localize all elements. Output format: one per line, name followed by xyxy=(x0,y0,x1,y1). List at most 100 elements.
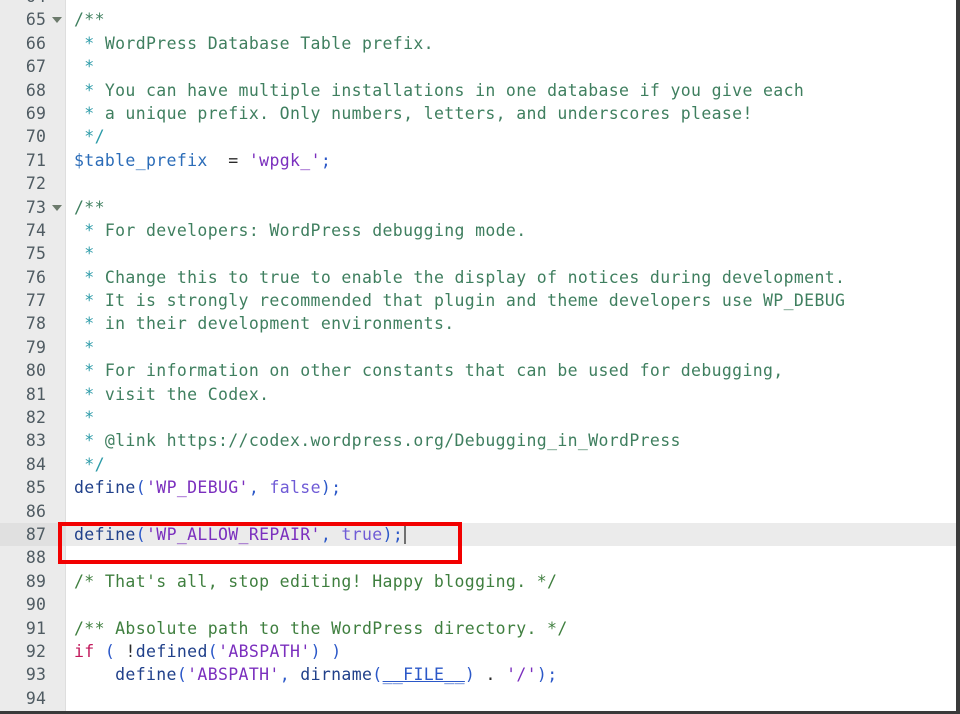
code-line-text[interactable]: * You can have multiple installations in… xyxy=(74,79,804,102)
fold-collapse-triangle-icon[interactable] xyxy=(52,204,62,211)
line-number-cell[interactable]: 89 xyxy=(0,570,66,593)
code-line[interactable]: 85 define('WP_DEBUG', false); xyxy=(0,476,956,499)
code-line[interactable]: 92 if ( !defined('ABSPATH') ) xyxy=(0,640,956,663)
line-number-cell[interactable]: 84 xyxy=(0,453,66,476)
line-number-cell[interactable]: 74 xyxy=(0,219,66,242)
code-line[interactable]: 84 */ xyxy=(0,453,956,476)
line-number-cell[interactable]: 69 xyxy=(0,102,66,125)
line-number-cell[interactable]: 86 xyxy=(0,500,66,523)
code-line[interactable]: 81 * visit the Codex. xyxy=(0,383,956,406)
line-number-cell[interactable]: 78 xyxy=(0,312,66,335)
code-line-text[interactable]: * visit the Codex. xyxy=(74,383,269,406)
line-number-cell[interactable]: 65 xyxy=(0,8,66,31)
code-line-text[interactable]: * xyxy=(74,406,95,429)
code-line-text[interactable]: $table_prefix = 'wpgk_'; xyxy=(74,149,331,172)
code-line[interactable]: 76 * Change this to true to enable the d… xyxy=(0,266,956,289)
code-line[interactable]: 91 /** Absolute path to the WordPress dir… xyxy=(0,617,956,640)
code-line[interactable]: 68 * You can have multiple installations… xyxy=(0,79,956,102)
line-number: 78 xyxy=(25,314,46,334)
line-number: 68 xyxy=(25,80,46,100)
code-line-text[interactable]: define('WP_DEBUG', false); xyxy=(74,476,341,499)
code-line[interactable]: 87 define('WP_ALLOW_REPAIR', true); xyxy=(0,522,956,547)
code-line[interactable]: 82 * xyxy=(0,406,956,429)
code-line[interactable]: 64 xyxy=(0,0,956,8)
code-line[interactable]: 88 xyxy=(0,546,956,569)
code-line-text[interactable]: * It is strongly recommended that plugin… xyxy=(74,289,845,312)
line-number-cell[interactable]: 92 xyxy=(0,640,66,663)
line-number-cell[interactable]: 87 xyxy=(0,522,66,547)
line-number-cell[interactable]: 79 xyxy=(0,336,66,359)
line-number: 80 xyxy=(25,361,46,381)
code-line[interactable]: 90 xyxy=(0,593,956,616)
line-number-cell[interactable]: 68 xyxy=(0,79,66,102)
code-line[interactable]: 86 xyxy=(0,500,956,523)
code-line-text[interactable]: */ xyxy=(74,453,105,476)
code-line[interactable]: 72 xyxy=(0,172,956,195)
code-line[interactable]: 66 * WordPress Database Table prefix. xyxy=(0,32,956,55)
code-line-text[interactable]: * For information on other constants tha… xyxy=(74,359,784,382)
code-line[interactable]: 65 /** xyxy=(0,8,956,31)
line-number-cell[interactable]: 83 xyxy=(0,429,66,452)
code-line[interactable]: 80 * For information on other constants … xyxy=(0,359,956,382)
code-line[interactable]: 83 * @link https://codex.wordpress.org/D… xyxy=(0,429,956,452)
code-line-text[interactable]: * xyxy=(74,242,95,265)
code-line[interactable]: 74 * For developers: WordPress debugging… xyxy=(0,219,956,242)
line-number-cell[interactable]: 85 xyxy=(0,476,66,499)
line-number-cell[interactable]: 73 xyxy=(0,196,66,219)
code-line[interactable]: 94 xyxy=(0,687,956,710)
code-line[interactable]: 69 * a unique prefix. Only numbers, lett… xyxy=(0,102,956,125)
code-line-text[interactable]: * @link https://codex.wordpress.org/Debu… xyxy=(74,429,681,452)
line-number: 71 xyxy=(25,150,46,170)
code-line[interactable]: 79 * xyxy=(0,336,956,359)
code-line[interactable]: 71 $table_prefix = 'wpgk_'; xyxy=(0,149,956,172)
fold-collapse-triangle-icon[interactable] xyxy=(52,17,62,24)
code-token: */ xyxy=(74,454,105,474)
code-line-text[interactable]: * in their development environments. xyxy=(74,312,455,335)
line-number-cell[interactable]: 90 xyxy=(0,593,66,616)
code-line-text[interactable]: * WordPress Database Table prefix. xyxy=(74,32,434,55)
code-line-text[interactable]: /* That's all, stop editing! Happy blogg… xyxy=(74,570,557,593)
code-line-text[interactable]: * a unique prefix. Only numbers, letters… xyxy=(74,102,753,125)
code-line-text[interactable]: * xyxy=(74,336,95,359)
line-number: 90 xyxy=(25,595,46,615)
line-number-cell[interactable]: 72 xyxy=(0,172,66,195)
line-number-cell[interactable]: 70 xyxy=(0,125,66,148)
code-line[interactable]: 75 * xyxy=(0,242,956,265)
line-number-cell[interactable]: 88 xyxy=(0,546,66,569)
code-line[interactable]: 70 */ xyxy=(0,125,956,148)
line-number-cell[interactable]: 77 xyxy=(0,289,66,312)
code-line-text[interactable]: /** xyxy=(74,8,105,31)
line-number-cell[interactable]: 76 xyxy=(0,266,66,289)
code-line-text[interactable]: /** xyxy=(74,196,105,219)
code-line-text[interactable]: * Change this to true to enable the disp… xyxy=(74,266,845,289)
code-line-text[interactable]: if ( !defined('ABSPATH') ) xyxy=(74,640,342,663)
code-token: * xyxy=(74,337,95,357)
code-line[interactable]: 89 /* That's all, stop editing! Happy blo… xyxy=(0,570,956,593)
code-editor[interactable]: 6465/**66 * WordPress Database Table pre… xyxy=(0,0,960,714)
line-number-cell[interactable]: 93 xyxy=(0,663,66,686)
code-line[interactable]: 77 * It is strongly recommended that plu… xyxy=(0,289,956,312)
line-number-cell[interactable]: 82 xyxy=(0,406,66,429)
line-number-cell[interactable]: 94 xyxy=(0,687,66,710)
code-line[interactable]: 93 define('ABSPATH', dirname(__FILE__) .… xyxy=(0,663,956,686)
code-line[interactable]: 67 * xyxy=(0,55,956,78)
line-number-cell[interactable]: 80 xyxy=(0,359,66,382)
line-number-cell[interactable]: 64 xyxy=(0,0,66,8)
code-lines-container[interactable]: 6465/**66 * WordPress Database Table pre… xyxy=(0,0,956,710)
line-number-cell[interactable]: 91 xyxy=(0,617,66,640)
line-number-cell[interactable]: 81 xyxy=(0,383,66,406)
code-line[interactable]: 73 /** xyxy=(0,196,956,219)
code-line-text[interactable]: define('WP_ALLOW_REPAIR', true); xyxy=(74,523,407,546)
code-line-text[interactable]: * xyxy=(74,55,95,78)
line-number-cell[interactable]: 67 xyxy=(0,55,66,78)
code-line-text[interactable]: /** Absolute path to the WordPress direc… xyxy=(74,617,568,640)
code-line-text[interactable]: */ xyxy=(74,125,105,148)
code-line[interactable]: 78 * in their development environments. xyxy=(0,312,956,335)
line-number-cell[interactable]: 71 xyxy=(0,149,66,172)
line-number-cell[interactable]: 75 xyxy=(0,242,66,265)
code-line-text[interactable]: * For developers: WordPress debugging mo… xyxy=(74,219,527,242)
line-number: 87 xyxy=(25,524,46,544)
line-number-cell[interactable]: 66 xyxy=(0,32,66,55)
code-line-text[interactable]: define('ABSPATH', dirname(__FILE__) . '/… xyxy=(74,663,558,686)
